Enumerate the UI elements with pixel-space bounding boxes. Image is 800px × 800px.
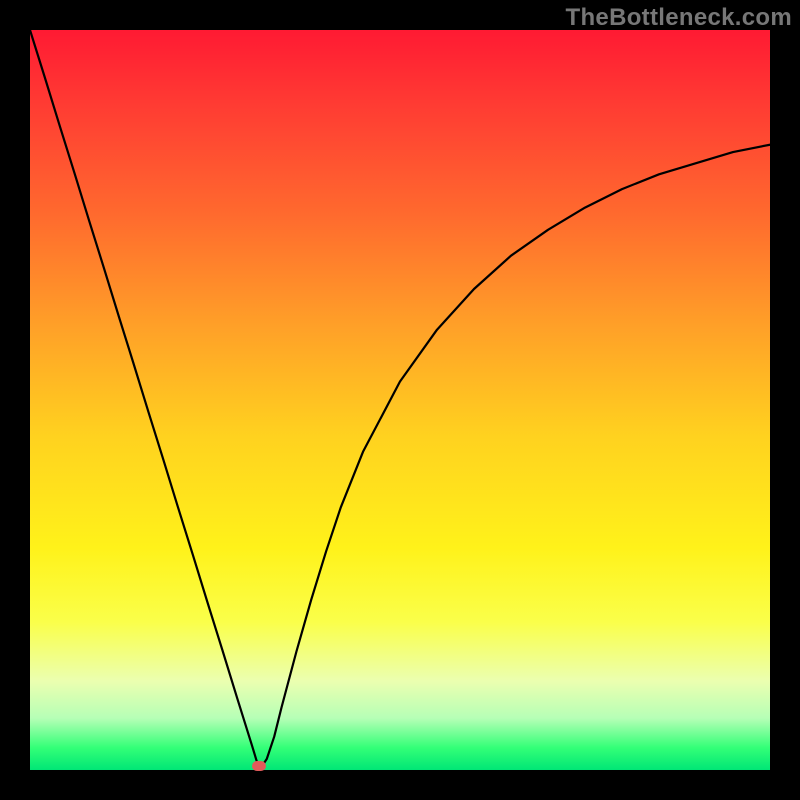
watermark-text: TheBottleneck.com — [566, 4, 792, 32]
optimal-point-marker — [252, 761, 266, 771]
plot-area — [30, 30, 770, 770]
bottleneck-curve — [30, 30, 770, 770]
chart-frame: TheBottleneck.com — [0, 0, 800, 800]
